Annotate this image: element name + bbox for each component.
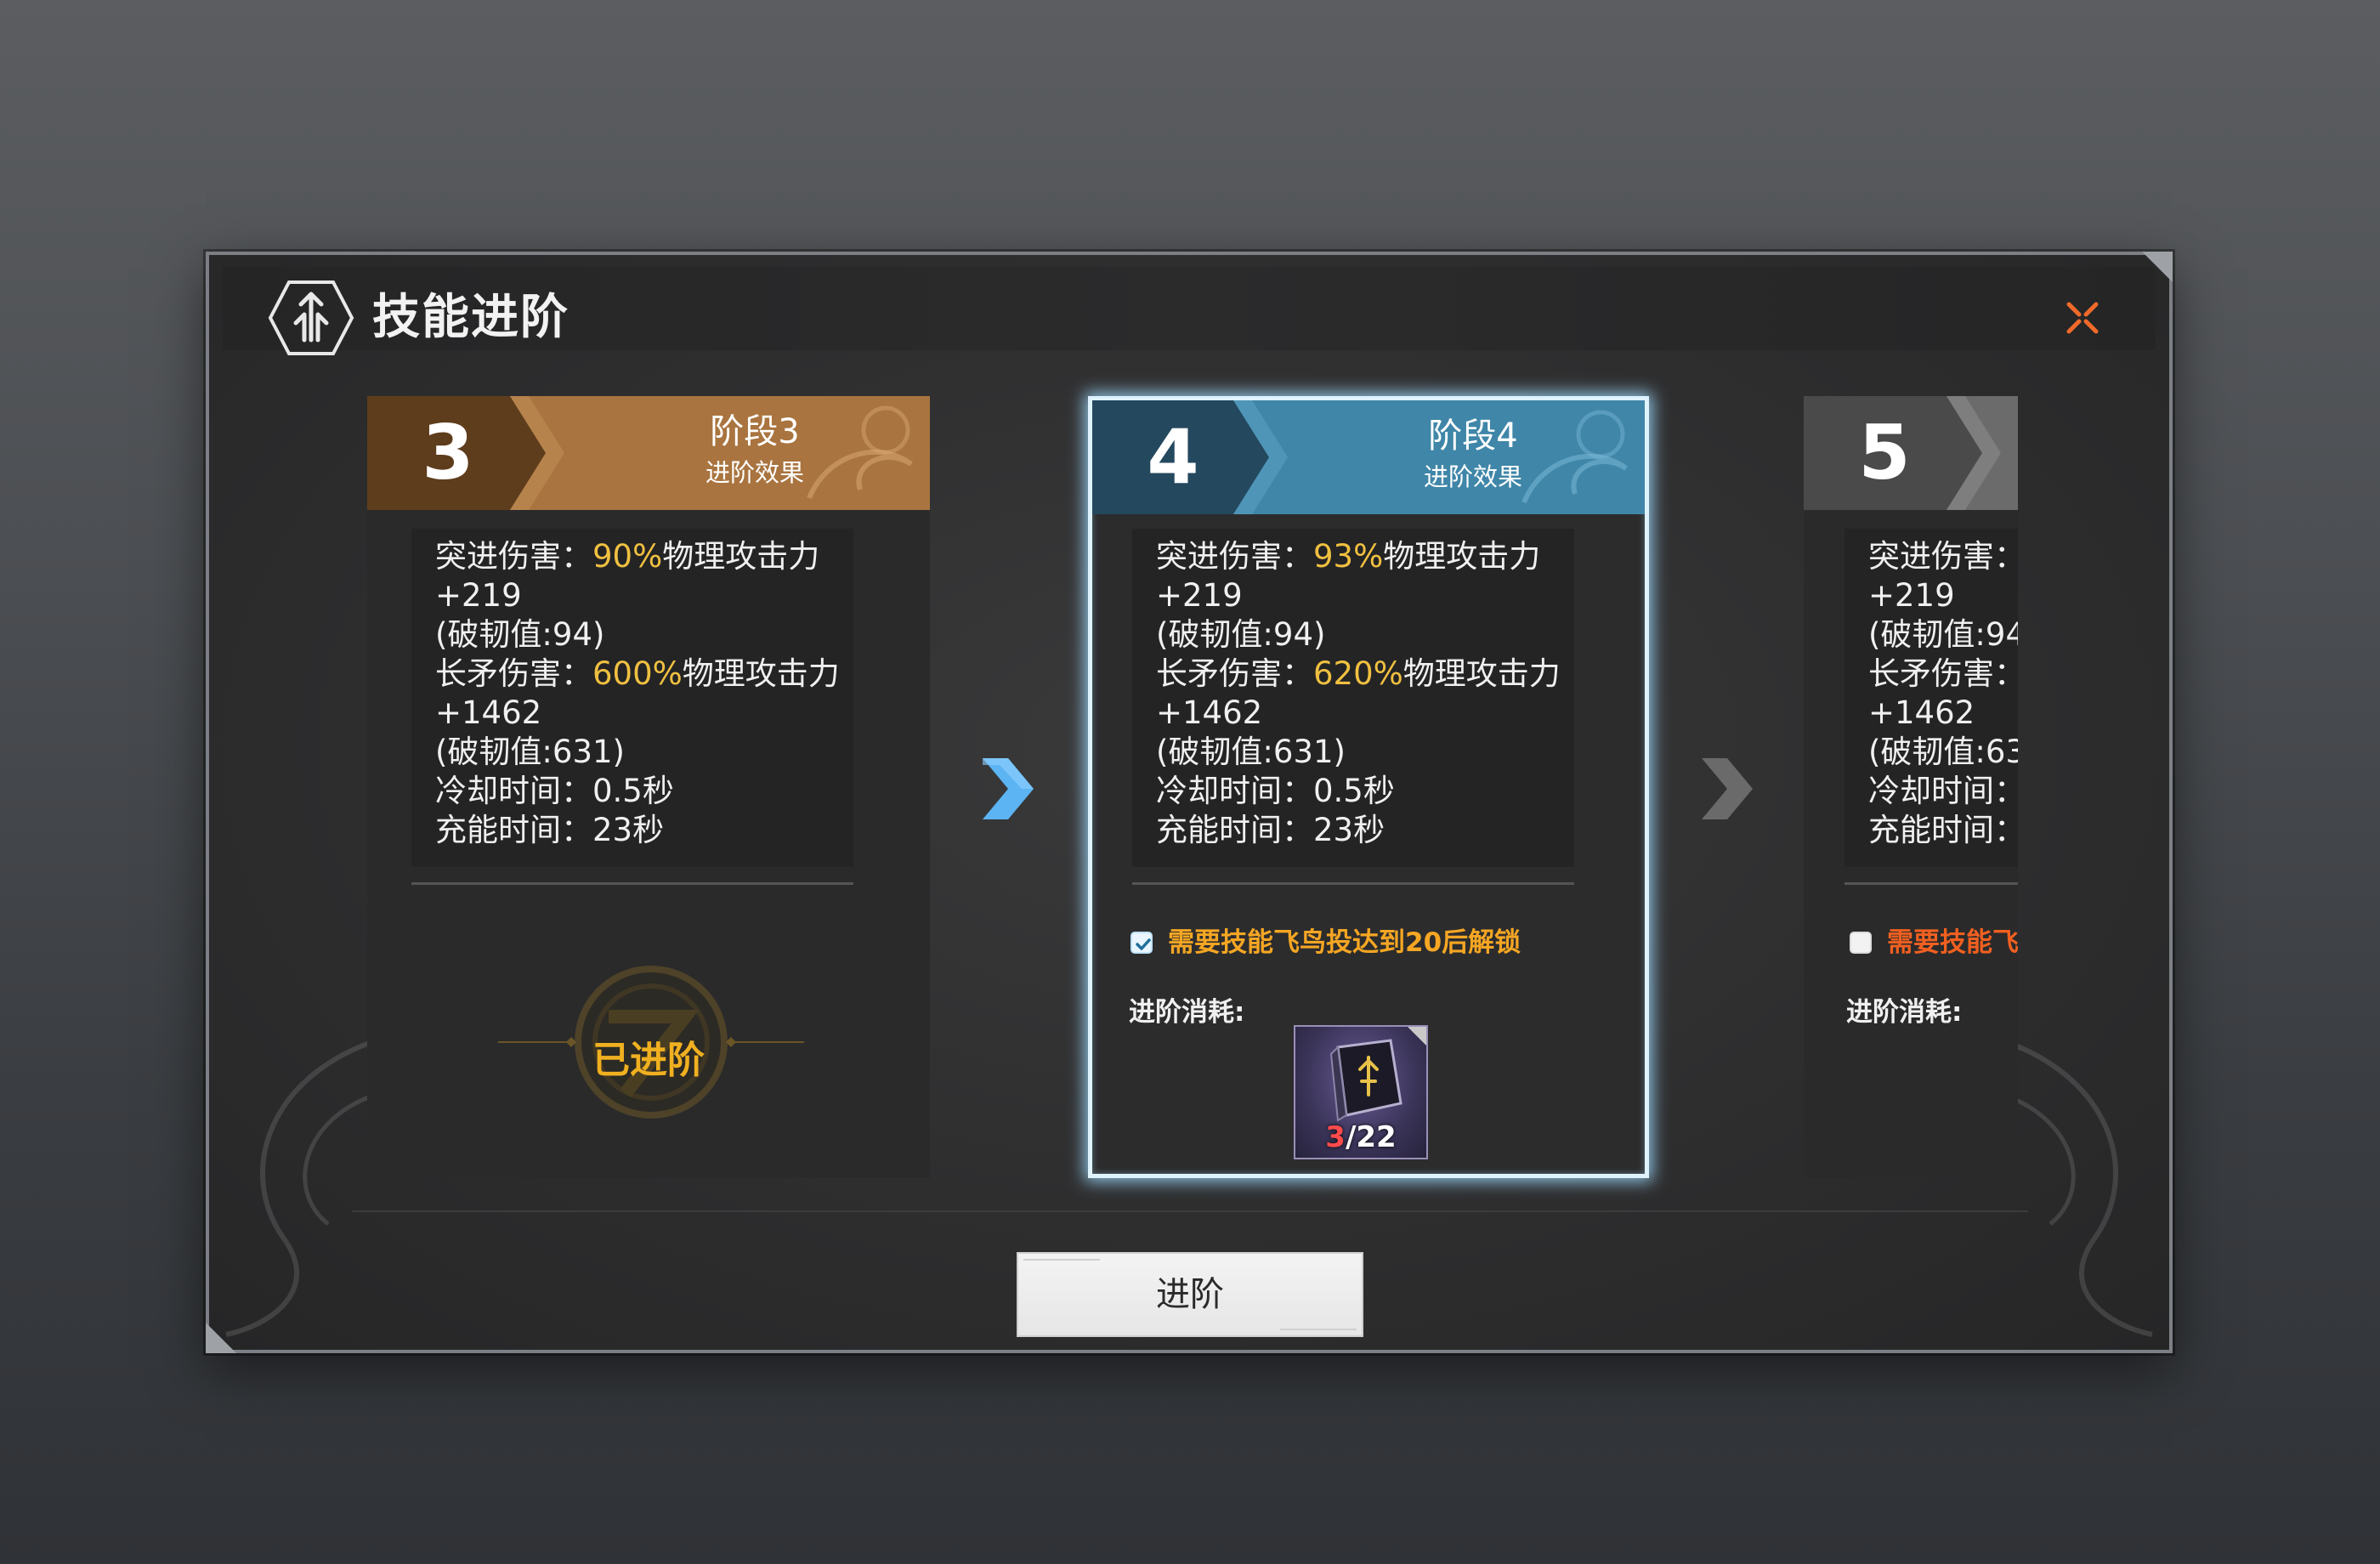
skill-emblem-icon [268,280,354,355]
stage-subtitle: 进阶效果 [705,458,804,487]
cost-label: 进阶消耗: [1846,997,1963,1028]
stat-spear-damage: 长矛伤害：620%物理攻击力 [1156,655,1561,692]
divider [411,882,853,885]
item-count: 3/22 [1325,1120,1397,1154]
stage-header: 4 阶段4 进阶效果 [1092,400,1645,514]
stage-subtitle: 进阶效果 [1423,462,1522,491]
stat-spear-break: (破韧值:631) [1156,734,1346,770]
stage-card-4[interactable]: 4 阶段4 进阶效果 突进伤害：93%物理攻击力 +219 (破韧值:94) 长… [1088,396,1649,1178]
chevron-right-icon [983,758,1034,819]
stat-spear-break: (破韧值:63 [1868,734,2018,770]
stage-stats: 突进伤害： +219 (破韧值:94 长矛伤害： +1462 (破韧值:63 冷… [1844,529,2018,867]
requirement-text: 需要技能飞 [1887,927,2018,958]
stage-stats: 突进伤害：93%物理攻击力 +219 (破韧值:94) 长矛伤害：620%物理攻… [1132,529,1574,867]
stat-charge-break: (破韧值:94) [435,616,605,653]
stat-charge-break: (破韧值:94) [1156,616,1326,653]
divider [1844,882,2018,885]
stat-cooldown: 冷却时间： [1868,773,2018,809]
divider [1132,882,1574,885]
advanced-label: 已进阶 [592,1039,705,1082]
stat-charge-flat: +219 [1868,577,1955,614]
stage-card-5[interactable]: 5 突进伤害： +219 (破韧值:94 长矛伤害： +1462 (破韧值:63… [1804,396,2018,1178]
advance-button-label: 进阶 [1156,1275,1224,1314]
stage-title: 阶段3 [710,412,800,451]
stat-charge-damage: 突进伤害： [1868,538,2018,575]
requirement-checkbox[interactable] [1130,932,1153,954]
stat-charge-damage: 突进伤害：93%物理攻击力 [1156,538,1541,575]
footer-divider [352,1210,2028,1212]
chevron-right-icon [1702,758,1753,819]
stat-charge-damage: 突进伤害：90%物理攻击力 [435,538,820,575]
stage-number: 5 [1858,409,1911,496]
stage-header: 5 [1804,396,2018,510]
button-decoration [1280,1329,1357,1330]
stat-spear-damage: 长矛伤害：600%物理攻击力 [435,655,840,692]
dialog-title: 技能进阶 [372,290,570,345]
cost-label: 进阶消耗: [1129,997,1245,1028]
stat-charge-flat: +219 [435,577,522,614]
stat-cooldown: 冷却时间：0.5秒 [435,773,674,809]
button-decoration [1023,1259,1100,1261]
requirement-text: 需要技能飞鸟投达到20后解锁 [1168,927,1522,958]
dialog-titlebar: 技能进阶 [223,267,2156,355]
stage-number: 4 [1147,413,1199,501]
skill-book-icon [1329,1039,1402,1122]
stage-card-3[interactable]: 3 阶段3 进阶效果 突进伤害：90%物理攻击力 +219 (破韧值:94) 长… [367,396,930,1178]
stat-cooldown: 冷却时间：0.5秒 [1156,773,1395,809]
cost-item-slot[interactable]: 3/22 [1294,1025,1428,1159]
requirement-checkbox[interactable] [1850,932,1872,954]
advance-button[interactable]: 进阶 [1017,1252,1363,1337]
stage-title: 阶段4 [1428,416,1518,456]
stat-spear-flat: +1462 [1868,694,1975,731]
checkmark-icon [1136,938,1151,950]
stat-recharge: 充能时间：23秒 [435,812,665,848]
stat-recharge: 充能时间：23秒 [1156,812,1386,848]
stat-spear-flat: +1462 [435,694,542,731]
stat-spear-break: (破韧值:631) [435,734,625,770]
stat-charge-break: (破韧值:94 [1868,616,2018,653]
stage-number: 3 [422,409,474,496]
stat-charge-flat: +219 [1156,577,1243,614]
stat-spear-damage: 长矛伤害： [1868,655,2018,692]
stat-spear-flat: +1462 [1156,694,1263,731]
stat-recharge: 充能时间： [1868,812,2018,848]
stage-stats: 突进伤害：90%物理攻击力 +219 (破韧值:94) 长矛伤害：600%物理攻… [411,529,853,867]
stage-header: 3 阶段3 进阶效果 [367,396,930,510]
close-icon[interactable] [2060,296,2105,340]
